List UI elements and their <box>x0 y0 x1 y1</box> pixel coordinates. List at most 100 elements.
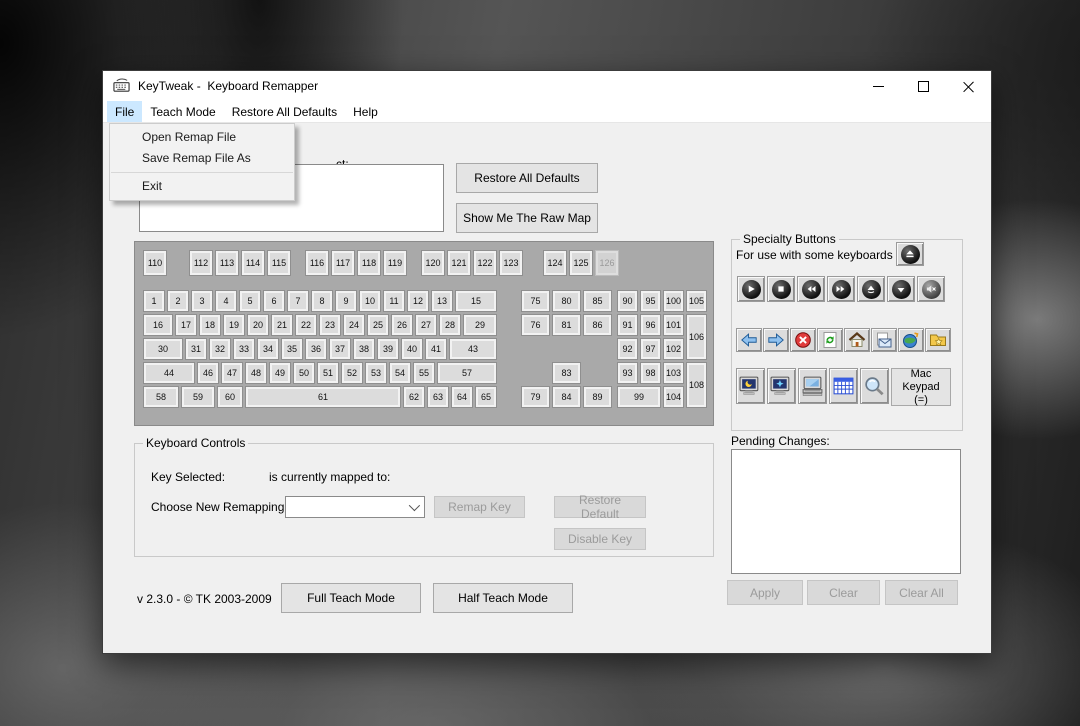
menu-teach-mode[interactable]: Teach Mode <box>142 101 223 122</box>
key-106[interactable]: 106 <box>686 314 707 360</box>
key-21[interactable]: 21 <box>271 314 293 336</box>
menu-help[interactable]: Help <box>345 101 386 122</box>
home-button[interactable] <box>844 328 870 352</box>
key-120[interactable]: 120 <box>421 250 445 276</box>
eject-button[interactable] <box>896 242 924 266</box>
key-11[interactable]: 11 <box>383 290 405 312</box>
rewind-button[interactable] <box>797 276 825 302</box>
key-125[interactable]: 125 <box>569 250 593 276</box>
key-59[interactable]: 59 <box>181 386 215 408</box>
fast-forward-button[interactable] <box>827 276 855 302</box>
sleep-button[interactable] <box>736 368 765 404</box>
web-button[interactable] <box>898 328 924 352</box>
key-44[interactable]: 44 <box>143 362 195 384</box>
remap-key-button[interactable]: Remap Key <box>434 496 525 518</box>
file-menu-item-save-remap-file-as[interactable]: Save Remap File As <box>110 148 294 169</box>
key-118[interactable]: 118 <box>357 250 381 276</box>
key-8[interactable]: 8 <box>311 290 333 312</box>
key-28[interactable]: 28 <box>439 314 461 336</box>
pending-changes-listbox[interactable] <box>731 449 961 574</box>
key-61[interactable]: 61 <box>245 386 401 408</box>
clear-all-button[interactable]: Clear All <box>885 580 958 605</box>
key-47[interactable]: 47 <box>221 362 243 384</box>
key-43[interactable]: 43 <box>449 338 497 360</box>
key-117[interactable]: 117 <box>331 250 355 276</box>
key-46[interactable]: 46 <box>197 362 219 384</box>
favorites-button[interactable] <box>925 328 951 352</box>
mail-button[interactable] <box>871 328 897 352</box>
key-24[interactable]: 24 <box>343 314 365 336</box>
key-100[interactable]: 100 <box>663 290 684 312</box>
forward-button[interactable] <box>763 328 789 352</box>
key-49[interactable]: 49 <box>269 362 291 384</box>
key-20[interactable]: 20 <box>247 314 269 336</box>
key-55[interactable]: 55 <box>413 362 435 384</box>
key-17[interactable]: 17 <box>175 314 197 336</box>
key-52[interactable]: 52 <box>341 362 363 384</box>
stop-browser-button[interactable] <box>790 328 816 352</box>
key-41[interactable]: 41 <box>425 338 447 360</box>
key-22[interactable]: 22 <box>295 314 317 336</box>
key-122[interactable]: 122 <box>473 250 497 276</box>
key-105[interactable]: 105 <box>686 290 707 312</box>
key-51[interactable]: 51 <box>317 362 339 384</box>
key-121[interactable]: 121 <box>447 250 471 276</box>
key-112[interactable]: 112 <box>189 250 213 276</box>
key-79[interactable]: 79 <box>521 386 550 408</box>
search-button[interactable] <box>860 368 889 404</box>
key-57[interactable]: 57 <box>437 362 497 384</box>
key-102[interactable]: 102 <box>663 338 684 360</box>
key-104[interactable]: 104 <box>663 386 684 408</box>
key-95[interactable]: 95 <box>640 290 661 312</box>
key-90[interactable]: 90 <box>617 290 638 312</box>
key-116[interactable]: 116 <box>305 250 329 276</box>
restore-all-defaults-button[interactable]: Restore All Defaults <box>456 163 598 193</box>
full-teach-mode-button[interactable]: Full Teach Mode <box>281 583 421 613</box>
calculator-button[interactable] <box>829 368 858 404</box>
key-84[interactable]: 84 <box>552 386 581 408</box>
key-38[interactable]: 38 <box>353 338 375 360</box>
key-53[interactable]: 53 <box>365 362 387 384</box>
key-12[interactable]: 12 <box>407 290 429 312</box>
file-menu-item-open-remap-file[interactable]: Open Remap File <box>110 127 294 148</box>
file-menu-item-exit[interactable]: Exit <box>110 176 294 197</box>
key-50[interactable]: 50 <box>293 362 315 384</box>
key-26[interactable]: 26 <box>391 314 413 336</box>
key-98[interactable]: 98 <box>640 362 661 384</box>
key-27[interactable]: 27 <box>415 314 437 336</box>
key-97[interactable]: 97 <box>640 338 661 360</box>
key-114[interactable]: 114 <box>241 250 265 276</box>
key-89[interactable]: 89 <box>583 386 612 408</box>
key-113[interactable]: 113 <box>215 250 239 276</box>
key-65[interactable]: 65 <box>475 386 497 408</box>
key-36[interactable]: 36 <box>305 338 327 360</box>
key-4[interactable]: 4 <box>215 290 237 312</box>
key-1[interactable]: 1 <box>143 290 165 312</box>
key-15[interactable]: 15 <box>455 290 497 312</box>
menu-restore-all-defaults[interactable]: Restore All Defaults <box>224 101 345 122</box>
mac-keypad-button[interactable]: Mac Keypad (=) <box>891 368 951 406</box>
back-button[interactable] <box>736 328 762 352</box>
key-85[interactable]: 85 <box>583 290 612 312</box>
clear-button[interactable]: Clear <box>807 580 880 605</box>
title-bar[interactable]: KeyTweak - Keyboard Remapper <box>103 71 991 101</box>
key-5[interactable]: 5 <box>239 290 261 312</box>
key-39[interactable]: 39 <box>377 338 399 360</box>
key-60[interactable]: 60 <box>217 386 243 408</box>
my-computer-button[interactable] <box>798 368 827 404</box>
key-40[interactable]: 40 <box>401 338 423 360</box>
key-32[interactable]: 32 <box>209 338 231 360</box>
key-2[interactable]: 2 <box>167 290 189 312</box>
key-25[interactable]: 25 <box>367 314 389 336</box>
volume-down-button[interactable] <box>887 276 915 302</box>
key-92[interactable]: 92 <box>617 338 638 360</box>
restore-default-button[interactable]: Restore Default <box>554 493 646 521</box>
key-91[interactable]: 91 <box>617 314 638 336</box>
key-7[interactable]: 7 <box>287 290 309 312</box>
key-103[interactable]: 103 <box>663 362 684 384</box>
key-124[interactable]: 124 <box>543 250 567 276</box>
key-108[interactable]: 108 <box>686 362 707 408</box>
minimize-button[interactable] <box>856 71 901 101</box>
volume-up-button[interactable] <box>857 276 885 302</box>
key-54[interactable]: 54 <box>389 362 411 384</box>
